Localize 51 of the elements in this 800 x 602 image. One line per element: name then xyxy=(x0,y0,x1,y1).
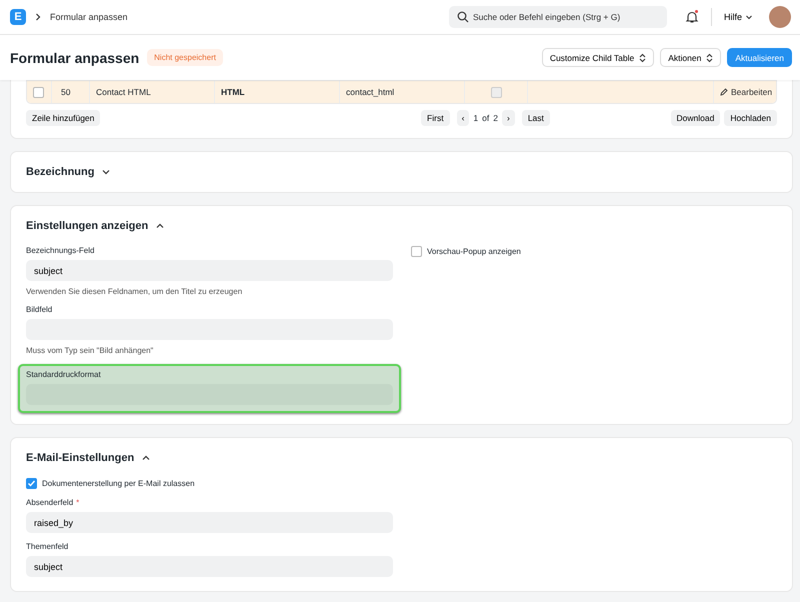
field-label: Absenderfeld xyxy=(26,498,74,507)
field-label: Themenfeld xyxy=(26,542,68,551)
edit-link[interactable]: Bearbeiten xyxy=(720,87,772,97)
notification-bell-icon[interactable] xyxy=(684,10,699,24)
add-row-button[interactable]: Zeile hinzufügen xyxy=(26,110,100,126)
checkbox[interactable] xyxy=(411,246,422,257)
field-label: Bildfeld xyxy=(26,305,52,314)
input-field[interactable]: subject xyxy=(26,260,393,281)
cell-checkbox[interactable] xyxy=(490,86,502,98)
table-cell: contact_html xyxy=(346,87,394,97)
section-toggle[interactable]: E-Mail-Einstellungen xyxy=(11,438,792,478)
sort-caret-icon xyxy=(639,52,646,62)
chevron-right-icon xyxy=(34,13,42,21)
checkbox-label: Vorschau-Popup anzeigen xyxy=(427,247,521,256)
dropdown-button[interactable]: Aktionen xyxy=(660,48,722,67)
pencil-icon xyxy=(720,88,728,96)
next-page-button[interactable]: › xyxy=(502,110,515,126)
unsaved-indicator: Nicht gespeichert xyxy=(147,49,223,66)
row-checkbox[interactable] xyxy=(33,86,44,98)
section-toggle[interactable]: Bezeichnung xyxy=(11,152,792,192)
chevron-down-icon xyxy=(101,167,112,177)
dropdown-button[interactable]: Customize Child Table xyxy=(542,48,654,67)
user-avatar[interactable] xyxy=(769,6,791,28)
first-page-button[interactable]: First xyxy=(421,110,450,126)
previous-page-button[interactable]: ‹ xyxy=(456,110,470,126)
upload-button[interactable]: Hochladen xyxy=(724,110,777,126)
page-title: Formular anpassen xyxy=(10,50,140,66)
last-page-button[interactable]: Last xyxy=(522,110,550,126)
input-field[interactable]: subject xyxy=(26,556,393,577)
page-number: 1 xyxy=(473,113,478,123)
field-description: Muss vom Typ sein "Bild anhängen" xyxy=(26,346,154,355)
search-field[interactable]: Suche oder Befehl eingeben (Strg + G) xyxy=(448,6,667,28)
sort-caret-icon xyxy=(706,52,714,62)
input-field[interactable]: raised_by xyxy=(26,512,393,533)
page-of-label: of xyxy=(482,113,490,123)
checkbox[interactable] xyxy=(26,478,37,489)
row-number: 50 xyxy=(61,87,70,97)
field-label: Standarddruckformat xyxy=(26,370,101,379)
help-menu[interactable]: Hilfe xyxy=(720,12,757,22)
breadcrumb-link[interactable]: Formular anpassen xyxy=(50,12,128,22)
chevron-down-icon xyxy=(745,13,753,21)
field-label: Bezeichnungs-Feld xyxy=(26,246,94,255)
download-button[interactable]: Download xyxy=(670,110,720,126)
table-cell: Contact HTML xyxy=(96,87,151,97)
page-total: 2 xyxy=(493,113,498,123)
table-cell: HTML xyxy=(221,87,245,97)
section-toggle[interactable]: Einstellungen anzeigen xyxy=(11,206,792,246)
required-asterisk: * xyxy=(76,498,80,507)
table-row[interactable]: 50 Contact HTML HTML contact_html Bearbeiten xyxy=(27,81,776,103)
checkbox-label: Dokumentenerstellung per E-Mail zulassen xyxy=(42,479,195,488)
field-description: Verwenden Sie diesen Feldnamen, um den Titel zu erzeugen xyxy=(26,287,244,296)
